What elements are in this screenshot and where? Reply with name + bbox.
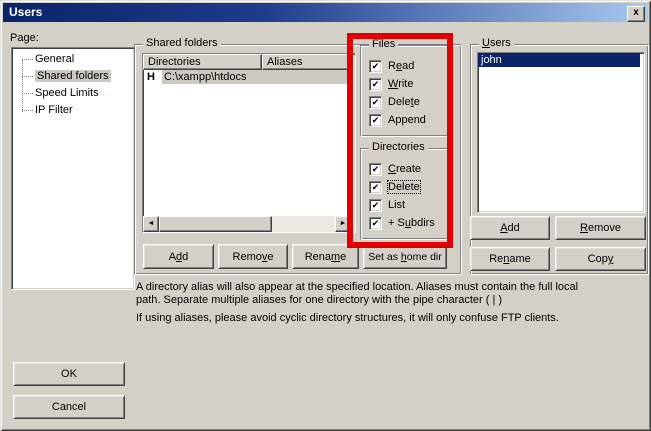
user-list-item[interactable]: john (478, 53, 640, 67)
add-folder-button[interactable]: Add (143, 244, 214, 269)
window-title: Users (3, 3, 648, 22)
ok-button[interactable]: OK (13, 362, 125, 386)
check-icon: ✔ (372, 62, 380, 71)
dirs-list-checkbox[interactable]: ✔ (369, 199, 382, 212)
directories-listview: Directories Aliases H C:\xampp\htdocs ◄ … (142, 53, 356, 233)
page-tree: General Shared folders Speed Limits IP F… (14, 51, 132, 119)
dirs-delete-checkbox-row[interactable]: ✔ Delete (369, 180, 420, 194)
check-icon: ✔ (372, 116, 380, 125)
set-as-home-dir-button[interactable]: Set as home dir (363, 244, 447, 269)
users-listbox: john (477, 52, 645, 213)
copy-user-button[interactable]: Copy (555, 247, 646, 271)
check-icon: ✔ (372, 165, 380, 174)
column-header-aliases[interactable]: Aliases (262, 54, 351, 70)
sidebar-item-ip-filter[interactable]: IP Filter (14, 102, 132, 119)
directory-row[interactable]: H C:\xampp\htdocs (143, 70, 351, 84)
page-listbox: General Shared folders Speed Limits IP F… (11, 47, 135, 290)
home-directory-marker: H (147, 70, 155, 84)
remove-folder-button[interactable]: Remove (218, 244, 288, 269)
dirs-list-checkbox-row[interactable]: ✔ List (369, 198, 405, 212)
files-read-checkbox[interactable]: ✔ (369, 60, 382, 73)
check-icon: ✔ (372, 201, 380, 210)
sidebar-item-general[interactable]: General (14, 51, 132, 68)
close-button[interactable]: x (627, 6, 645, 22)
horizontal-scrollbar[interactable]: ◄ ► (143, 216, 351, 232)
sidebar-item-shared-folders[interactable]: Shared folders (14, 68, 132, 85)
cyclic-note-line: If using aliases, please avoid cyclic di… (136, 312, 559, 324)
files-write-checkbox-row[interactable]: ✔ Write (369, 77, 413, 91)
directories-group-label: Directories (369, 141, 428, 154)
column-header-directories[interactable]: Directories (143, 54, 262, 70)
cancel-button[interactable]: Cancel (13, 395, 125, 419)
scroll-right-arrow-icon[interactable]: ► (335, 216, 351, 232)
dirs-create-checkbox-row[interactable]: ✔ Create (369, 162, 421, 176)
files-permissions-group: Files ✔ Read ✔ Write ✔ Delete ✔ Append (360, 45, 449, 137)
files-append-checkbox[interactable]: ✔ (369, 114, 382, 127)
files-delete-checkbox[interactable]: ✔ (369, 96, 382, 109)
directory-path: C:\xampp\htdocs (162, 70, 351, 84)
dirs-subdirs-checkbox[interactable]: ✔ (369, 217, 382, 230)
users-dialog: Users x Page: General Shared folders Spe… (0, 0, 651, 431)
alias-note-line-1: A directory alias will also appear at th… (136, 281, 578, 293)
add-user-button[interactable]: Add (470, 216, 550, 240)
shared-folders-group-label: Shared folders (143, 37, 221, 50)
files-group-label: Files (369, 38, 398, 51)
files-append-checkbox-row[interactable]: ✔ Append (369, 113, 426, 127)
files-read-checkbox-row[interactable]: ✔ Read (369, 59, 414, 73)
remove-user-button[interactable]: Remove (555, 216, 646, 240)
title-bar[interactable]: Users (3, 3, 648, 22)
dirs-delete-checkbox[interactable]: ✔ (369, 181, 382, 194)
scrollbar-thumb[interactable] (159, 216, 272, 232)
users-group-label: Users (479, 37, 514, 50)
rename-user-button[interactable]: Rename (470, 247, 550, 271)
rename-folder-button[interactable]: Rename (292, 244, 359, 269)
scroll-left-arrow-icon[interactable]: ◄ (143, 216, 159, 232)
page-label: Page: (10, 32, 39, 44)
dirs-subdirs-checkbox-row[interactable]: ✔ + Subdirs (369, 216, 435, 230)
alias-note-line-2: path. Separate multiple aliases for one … (136, 294, 502, 306)
files-write-checkbox[interactable]: ✔ (369, 78, 382, 91)
close-icon: x (633, 7, 639, 18)
check-icon: ✔ (372, 219, 380, 228)
dirs-create-checkbox[interactable]: ✔ (369, 163, 382, 176)
check-icon: ✔ (372, 80, 380, 89)
files-delete-checkbox-row[interactable]: ✔ Delete (369, 95, 420, 109)
directories-permissions-group: Directories ✔ Create ✔ Delete ✔ List ✔ +… (360, 148, 449, 240)
check-icon: ✔ (372, 183, 380, 192)
sidebar-item-speed-limits[interactable]: Speed Limits (14, 85, 132, 102)
check-icon: ✔ (372, 98, 380, 107)
